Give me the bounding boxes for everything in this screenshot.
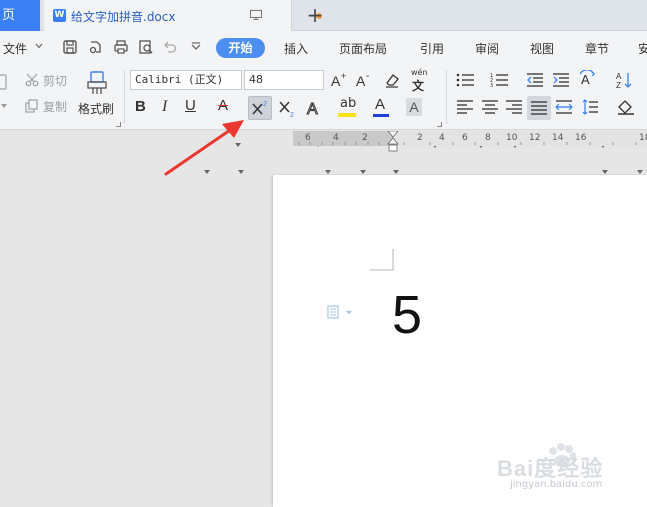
tab-section[interactable]: 章节 <box>585 40 609 57</box>
svg-text:A: A <box>581 72 590 87</box>
svg-text:A: A <box>307 101 318 118</box>
pinyin-guide-icon[interactable]: wén 文 <box>411 68 431 93</box>
shading-fill-icon[interactable] <box>616 98 636 116</box>
tab-review[interactable]: 审阅 <box>475 40 499 57</box>
decrease-indent-icon[interactable] <box>526 72 544 88</box>
text-effects-icon[interactable]: A <box>305 98 325 119</box>
ruler-number: 12 <box>529 133 541 143</box>
highlight-dropdown-icon[interactable] <box>360 170 366 174</box>
align-left-icon[interactable] <box>456 99 474 115</box>
character-shading-button[interactable]: A <box>406 98 422 116</box>
text-effects-dropdown-icon[interactable] <box>325 170 331 174</box>
shading-fill-dropdown-icon[interactable] <box>637 170 643 174</box>
undo-icon[interactable] <box>162 39 178 55</box>
font-color-dropdown-icon[interactable] <box>393 170 399 174</box>
svg-text:A: A <box>616 72 622 81</box>
svg-text:2: 2 <box>290 112 294 119</box>
svg-text:A: A <box>331 73 341 89</box>
group-divider <box>124 70 125 124</box>
scissors-icon <box>25 73 39 87</box>
copy-button[interactable]: 复制 <box>43 98 67 115</box>
subscript-icon[interactable]: 2 <box>276 97 298 119</box>
group-divider <box>446 70 447 124</box>
ruler-number: 14 <box>552 133 564 143</box>
increase-indent-icon[interactable] <box>552 72 570 88</box>
highlight-button[interactable]: ab <box>338 96 356 118</box>
save-icon[interactable] <box>62 39 78 55</box>
plus-icon[interactable]: + <box>305 4 325 26</box>
print-preview-icon[interactable] <box>138 39 154 55</box>
ruler-number: 4 <box>439 133 445 143</box>
monitor-icon[interactable] <box>250 10 262 20</box>
format-painter-icon <box>87 71 107 94</box>
shrink-font-icon[interactable]: A- <box>355 71 373 89</box>
font-size-select[interactable]: 48 <box>244 70 324 90</box>
tab-page-layout[interactable]: 页面布局 <box>339 40 387 57</box>
margin-corner-mark <box>370 249 394 271</box>
line-spacing-icon[interactable] <box>581 99 599 115</box>
align-justify-button[interactable] <box>527 96 551 120</box>
svg-text:-: - <box>366 71 369 82</box>
menu-bar: 文件 开始 插入 页面布局 引用 审阅 视图 章节 安 <box>0 31 647 64</box>
bold-button[interactable]: B <box>135 98 146 115</box>
menu-file[interactable]: 文件 <box>3 40 27 57</box>
quick-access-dropdown-icon[interactable] <box>188 39 204 55</box>
tab-references[interactable]: 引用 <box>420 40 444 57</box>
tab-security[interactable]: 安 <box>638 40 647 57</box>
ruler-number: 18 <box>639 133 647 143</box>
document-text[interactable]: 5 <box>392 283 422 347</box>
align-center-icon[interactable] <box>481 99 499 115</box>
clipboard-group-expander-icon[interactable] <box>116 122 121 127</box>
distributed-align-icon[interactable] <box>555 99 573 115</box>
document-tab-title: 给文字加拼音.docx <box>71 10 176 24</box>
home-tab[interactable]: 页 <box>0 0 40 31</box>
svg-text:+: + <box>341 71 346 81</box>
numbered-list-icon[interactable]: 123 <box>490 72 510 88</box>
tab-start[interactable]: 开始 <box>216 38 265 58</box>
ruler-number: 6 <box>305 133 311 143</box>
align-right-icon[interactable] <box>505 99 523 115</box>
export-icon[interactable] <box>88 39 104 55</box>
paste-icon[interactable] <box>0 74 8 90</box>
word-doc-icon: W <box>53 9 66 22</box>
grow-font-icon[interactable]: A + <box>330 71 348 89</box>
ruler-number: 8 <box>485 133 491 143</box>
tab-view[interactable]: 视图 <box>530 40 554 57</box>
format-painter-button[interactable]: 格式刷 <box>78 100 114 117</box>
font-group-expander-icon[interactable] <box>437 122 442 127</box>
indent-marker-icon[interactable] <box>386 131 400 153</box>
font-color-button[interactable]: A <box>373 96 389 118</box>
svg-text:Z: Z <box>616 81 621 90</box>
ruler-number: 10 <box>506 133 518 143</box>
line-spacing-dropdown-icon[interactable] <box>602 170 608 174</box>
chevron-down-icon[interactable] <box>35 42 43 50</box>
watermark-url: jingyan.baidu.com <box>510 479 603 490</box>
ruler-ticks <box>298 131 647 146</box>
document-tab[interactable]: W 给文字加拼音.docx <box>44 0 322 31</box>
ruler-number: 16 <box>575 133 587 143</box>
sort-icon[interactable]: AZ <box>614 70 634 90</box>
annotation-arrow-icon <box>164 120 244 176</box>
ruler-number: 2 <box>417 133 423 143</box>
ruler-number: 2 <box>362 133 368 143</box>
font-name-select[interactable]: Calibri (正文) <box>130 70 242 90</box>
ribbon-toolbar: 剪切 复制 格式刷 Calibri (正文) 48 A + A- wén 文 B … <box>0 64 647 174</box>
text-direction-icon[interactable]: A <box>578 70 598 90</box>
bullet-list-icon[interactable] <box>456 72 476 88</box>
ruler-number: 6 <box>462 133 468 143</box>
svg-text:A: A <box>356 73 366 89</box>
tab-insert[interactable]: 插入 <box>284 40 308 57</box>
ruler-number: 4 <box>333 133 339 143</box>
tab-bar: 页 W 给文字加拼音.docx + <box>0 0 647 31</box>
horizontal-ruler[interactable]: 6 4 2 2 4 6 8 10 12 14 16 18 <box>293 131 647 152</box>
svg-text:2: 2 <box>263 101 267 108</box>
clear-formatting-icon[interactable] <box>383 71 401 89</box>
align-justify-icon <box>531 101 547 115</box>
copy-icon <box>25 99 38 113</box>
svg-text:3: 3 <box>490 83 493 88</box>
paste-dropdown-icon[interactable] <box>0 102 8 110</box>
paragraph-options-icon[interactable] <box>327 305 353 319</box>
cut-button[interactable]: 剪切 <box>43 72 67 89</box>
print-icon[interactable] <box>113 39 129 55</box>
